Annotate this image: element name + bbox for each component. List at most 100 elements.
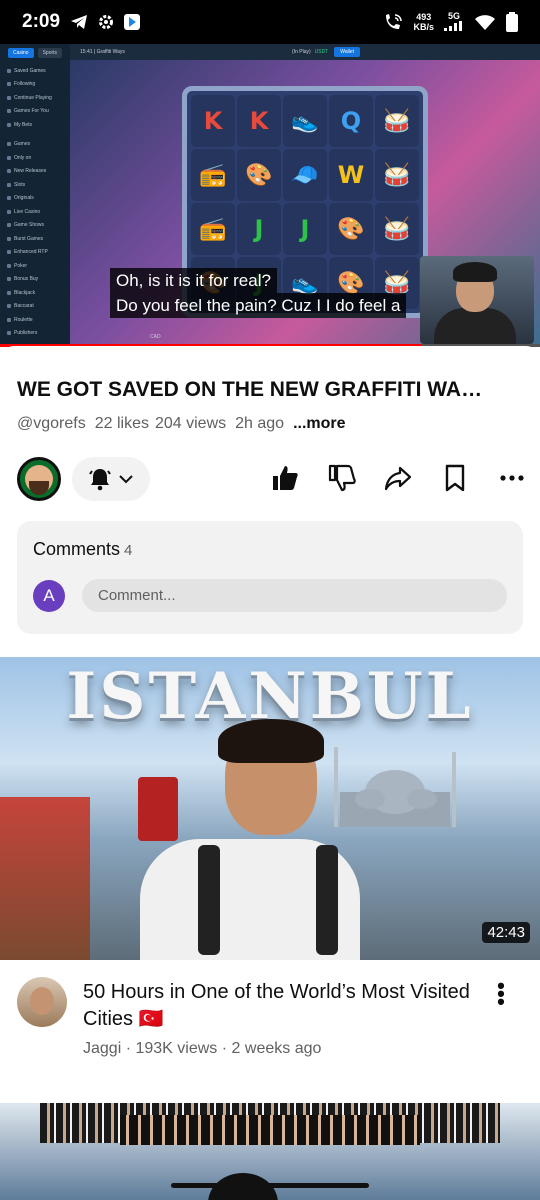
recommended-video-meta: Jaggi · 193K views · 2 weeks ago: [83, 1040, 322, 1057]
casino-sidebar-item: Baccarat: [0, 300, 70, 314]
casino-item-icon: [7, 122, 11, 127]
casino-sidebar-item: My Bets: [0, 118, 70, 132]
slot-symbol: K: [237, 95, 281, 147]
casino-sidebar-item: Slots: [0, 178, 70, 192]
casino-item-icon: [7, 290, 11, 295]
network-speed: 493 KB/s: [413, 12, 434, 32]
channel-avatar[interactable]: [17, 457, 61, 501]
casino-item-icon: [7, 263, 11, 268]
slot-symbol: 📻: [191, 149, 235, 201]
slot-symbol: 👟: [283, 95, 327, 147]
casino-sidebar-item: Saved Games: [0, 64, 70, 78]
casino-item-icon: [7, 331, 11, 336]
casino-top-bar: 15:41 | Graffiti Ways (In Play) USDT Wal…: [70, 44, 540, 60]
casino-sidebar-item: Roulette: [0, 313, 70, 327]
recommended-video-title[interactable]: 50 Hours in One of the World’s Most Visi…: [83, 979, 473, 1033]
thumbnail-tram: [138, 777, 178, 841]
casino-sidebar-item: Only on: [0, 151, 70, 165]
video-player[interactable]: Casino Sports Saved Games Following Contin…: [0, 44, 540, 346]
casino-item-icon: [7, 209, 11, 214]
casino-item-icon: [7, 109, 11, 114]
video-details: WE GOT SAVED ON THE NEW GRAFFITI WA… @vg…: [0, 346, 540, 656]
casino-item-icon: [7, 304, 11, 309]
slot-symbol: 📻: [191, 203, 235, 255]
casino-sidebar-item: Originals: [0, 192, 70, 206]
more-icon[interactable]: [497, 463, 527, 493]
casino-item-icon: [7, 155, 11, 160]
slot-symbol: 🧢: [283, 149, 327, 201]
more-link[interactable]: ...more: [293, 415, 345, 433]
save-icon[interactable]: [440, 463, 470, 493]
action-bar: [17, 457, 527, 501]
casino-sidebar-item: Live Casino: [0, 205, 70, 219]
comment-count: 4: [124, 542, 133, 559]
like-icon[interactable]: [270, 463, 300, 493]
wallet-button: Wallet: [334, 47, 360, 57]
currency-label: USDT: [314, 49, 329, 55]
casino-item-icon: [7, 68, 11, 73]
channel-avatar[interactable]: [17, 977, 67, 1027]
battery-icon: [506, 12, 518, 32]
video-meta[interactable]: @vgorefs 22 likes 204 views 2h ago ...mo…: [17, 415, 346, 433]
slot-symbol: J: [283, 203, 327, 255]
slot-symbol: J: [237, 203, 281, 255]
play-store-icon: [124, 14, 141, 30]
sports-tab: Sports: [37, 48, 63, 58]
status-time: 2:09: [22, 11, 61, 32]
like-count: 22 likes: [94, 415, 149, 432]
comments-header: Comments 4: [33, 539, 133, 559]
slot-symbol: W: [329, 149, 373, 201]
subscribe-bell-button[interactable]: [72, 457, 150, 501]
user-avatar: A: [33, 580, 65, 612]
casino-breadcrumb: 15:41 | Graffiti Ways: [80, 49, 125, 55]
slot-symbol: 🎨: [237, 149, 281, 201]
video-thumbnail[interactable]: ISTANBUL 42:43: [0, 657, 540, 960]
casino-item-icon: [7, 82, 11, 87]
casino-item-icon: [7, 223, 11, 228]
bell-icon: [89, 469, 111, 491]
wifi-icon: [475, 15, 495, 30]
thumbnail-stall: [0, 797, 90, 960]
gear-icon: [99, 15, 114, 29]
casino-sidebar-item: Enhanced RTP: [0, 246, 70, 260]
view-count: 204 views: [154, 415, 227, 432]
telegram-icon: [71, 15, 88, 29]
casino-item-icon: [7, 277, 11, 282]
casino-tab: Casino: [8, 48, 34, 58]
comment-input[interactable]: Comment...: [82, 579, 507, 612]
casino-sidebar: Casino Sports Saved Games Following Contin…: [0, 44, 70, 346]
casino-item-icon: [7, 250, 11, 255]
casino-sidebar-item: Games For You: [0, 105, 70, 119]
video-menu-icon[interactable]: • • •: [493, 975, 509, 1013]
slot-symbol: Q: [329, 95, 373, 147]
gesture-handle[interactable]: [171, 1183, 369, 1188]
casino-sidebar-item: Burst Games: [0, 232, 70, 246]
casino-item-icon: [7, 169, 11, 174]
view-count: 193K views: [135, 1040, 218, 1057]
slot-symbol: 🥁: [375, 95, 419, 147]
slot-symbol: 🥁: [375, 203, 419, 255]
casino-sidebar-item: Bonus Buy: [0, 273, 70, 287]
video-title[interactable]: WE GOT SAVED ON THE NEW GRAFFITI WA…: [17, 378, 527, 402]
streamer-webcam: [420, 256, 534, 344]
channel-handle: @vgorefs: [17, 415, 86, 432]
casino-sidebar-item: Poker: [0, 259, 70, 273]
casino-sidebar-item: New Releases: [0, 165, 70, 179]
caption-line: Oh, is it is it for real?: [110, 268, 277, 293]
casino-sidebar-item: Publishers: [0, 327, 70, 341]
casino-item-icon: [7, 95, 11, 100]
duration-badge: 42:43: [482, 922, 530, 943]
casino-item-icon: [7, 182, 11, 187]
comments-panel[interactable]: Comments 4 A Comment...: [17, 521, 523, 634]
share-icon[interactable]: [383, 463, 413, 493]
upload-age: 2 weeks ago: [231, 1040, 322, 1057]
casino-sidebar-item: Following: [0, 78, 70, 92]
chevron-down-icon: [119, 475, 133, 484]
dislike-icon[interactable]: [327, 463, 357, 493]
casino-item-icon: [7, 142, 11, 147]
recommended-video-info[interactable]: 50 Hours in One of the World’s Most Visi…: [0, 960, 540, 1100]
slot-symbol: K: [191, 95, 235, 147]
captions: Oh, is it is it for real? Do you feel th…: [110, 268, 407, 318]
signal-icon: [444, 21, 462, 31]
casino-item-icon: [7, 317, 11, 322]
